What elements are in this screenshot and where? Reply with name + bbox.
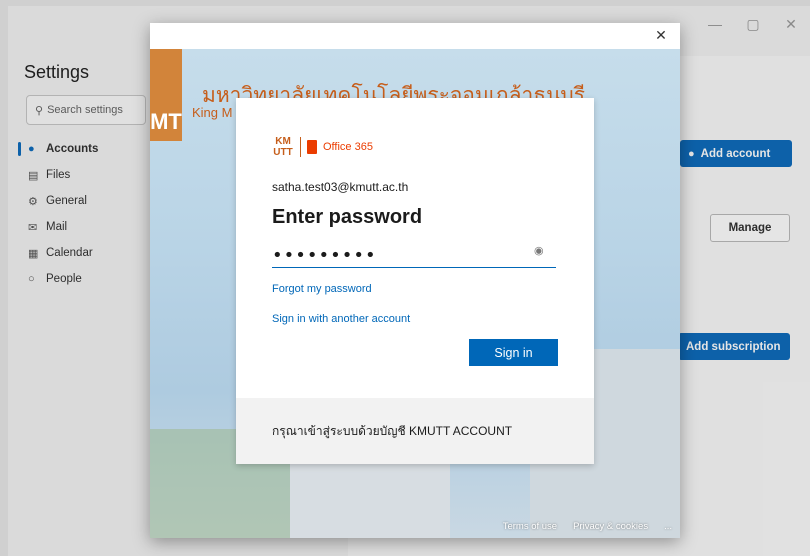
office-icon [307,140,317,154]
signin-card: KM UTT Office 365 satha.test03@kmutt.ac.… [236,98,594,464]
privacy-link[interactable]: Privacy & cookies [573,521,648,532]
forgot-password-link[interactable]: Forgot my password [272,283,372,295]
reveal-password-icon[interactable]: ◉ [534,244,544,257]
brand-separator [300,137,301,157]
page-title: Enter password [272,206,423,228]
office365-label: Office 365 [323,141,373,153]
kmutt-logo: KM UTT [273,136,293,158]
kmutt-logo-strip: MT [150,49,182,141]
signin-titlebar: ✕ [150,23,680,49]
close-icon[interactable]: ✕ [652,27,670,44]
user-email: satha.test03@kmutt.ac.th [272,180,409,194]
university-english-name: King M [192,105,233,120]
brand-logo: KM UTT Office 365 [272,136,373,158]
sign-in-button[interactable]: Sign in [469,339,558,366]
more-options-link[interactable]: ... [664,521,672,532]
terms-link[interactable]: Terms of use [503,521,557,532]
card-footer: กรุณาเข้าสู่ระบบด้วยบัญชี KMUTT ACCOUNT [236,398,594,464]
footer-links: Terms of use Privacy & cookies ... [503,521,672,532]
password-field[interactable] [272,243,556,268]
footer-notice: กรุณาเข้าสู่ระบบด้วยบัญชี KMUTT ACCOUNT [272,424,513,438]
another-account-link[interactable]: Sign in with another account [272,313,410,325]
